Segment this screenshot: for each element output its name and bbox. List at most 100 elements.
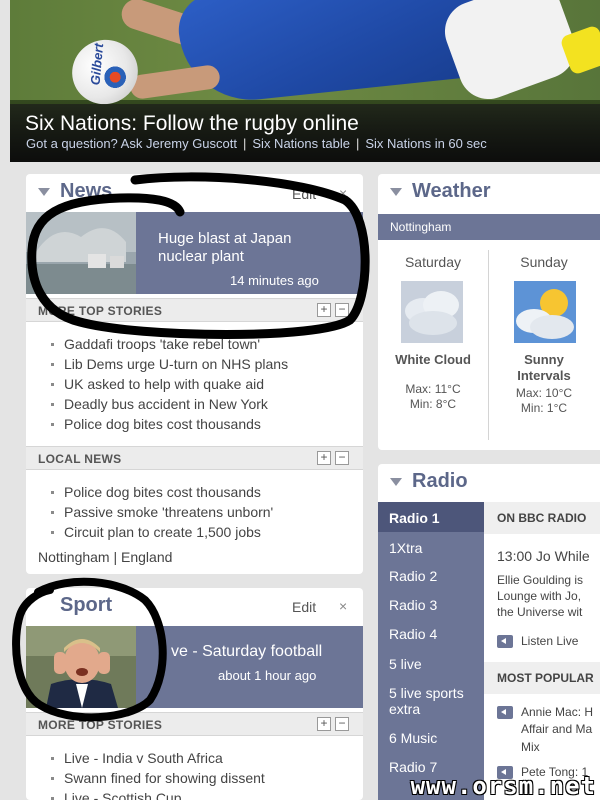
weather-panel-header[interactable]: Weather: [378, 174, 600, 208]
news-more-label: MORE TOP STORIES: [38, 304, 163, 318]
radio-station-6-music[interactable]: 6 Music: [378, 730, 484, 746]
news-promo-image: [26, 212, 136, 294]
news-more-header: MORE TOP STORIES + −: [26, 298, 363, 322]
weather-divider: [488, 250, 489, 440]
hero-link-60-sec[interactable]: Six Nations in 60 sec: [365, 136, 486, 151]
radio-description-line: Ellie Goulding is: [497, 573, 584, 587]
watermark: www.orsm.net: [410, 772, 596, 800]
list-item[interactable]: Live - Scottish Cup: [51, 788, 265, 800]
list-item[interactable]: Passive smoke 'threatens unborn': [50, 502, 273, 522]
news-promo-time: 14 minutes ago: [230, 273, 319, 288]
radio-panel-header[interactable]: Radio: [378, 464, 600, 498]
weather-day-sunday[interactable]: Sunday: [494, 246, 594, 270]
list-item[interactable]: Lib Dems urge U-turn on NHS plans: [50, 354, 288, 374]
list-item[interactable]: Live - India v South Africa: [51, 748, 265, 768]
popular-item-line[interactable]: Mix: [521, 739, 540, 755]
sport-promo-time: about 1 hour ago: [218, 668, 317, 683]
football-manager-image: [26, 626, 136, 708]
local-expand-icon[interactable]: +: [317, 451, 331, 465]
weather-day-saturday[interactable]: Saturday: [383, 246, 483, 270]
hero-banner[interactable]: Gilbert Six Nations: Follow the rugby on…: [10, 0, 600, 162]
weather-day-label: Sunday: [520, 254, 568, 270]
sport-promo-image: [26, 626, 136, 708]
radio-detail-pane: ON BBC RADIO 13:00 Jo While Ellie Gouldi…: [484, 502, 600, 800]
news-story-list: Gaddafi troops 'take rebel town' Lib Dem…: [50, 334, 288, 434]
list-item[interactable]: Police dog bites cost thousands: [50, 414, 288, 434]
sport-promo[interactable]: ve - Saturday football about 1 hour ago: [26, 626, 363, 708]
radio-station-1xtra[interactable]: 1Xtra: [378, 540, 484, 556]
sport-collapse-icon[interactable]: −: [335, 717, 349, 731]
most-popular-header: MOST POPULAR: [484, 662, 600, 694]
radio-station-nav: Radio 1 1Xtra Radio 2 Radio 3 Radio 4 5 …: [378, 502, 484, 800]
radio-description-line: the Universe wit: [497, 605, 583, 619]
white-cloud-icon: [401, 281, 463, 343]
news-promo[interactable]: Huge blast at Japan nuclear plant 14 min…: [26, 212, 363, 294]
news-panel: News Edit × Huge blast at Japan nuclear …: [26, 174, 363, 574]
news-promo-headline[interactable]: Huge blast at Japan nuclear plant: [158, 230, 338, 266]
hero-link-table[interactable]: Six Nations table: [252, 136, 350, 151]
collapse-triangle-icon[interactable]: [390, 478, 402, 486]
sport-more-label: MORE TOP STORIES: [38, 718, 163, 732]
radio-panel-title[interactable]: Radio: [412, 470, 468, 493]
collapse-triangle-icon[interactable]: [38, 188, 50, 196]
sport-edit-link[interactable]: Edit: [292, 599, 316, 615]
news-close-icon[interactable]: ×: [339, 185, 347, 201]
popular-item-line[interactable]: Annie Mac: H: [521, 704, 593, 720]
sunny-intervals-icon: [514, 281, 576, 343]
list-item[interactable]: Police dog bites cost thousands: [50, 482, 273, 502]
news-expand-icon[interactable]: +: [317, 303, 331, 317]
radio-station-radio-4[interactable]: Radio 4: [378, 626, 484, 642]
popular-item-line[interactable]: Affair and Ma: [521, 721, 592, 737]
link-separator: |: [243, 136, 247, 151]
speaker-icon: [497, 635, 513, 648]
hero-links: Got a question? Ask Jeremy Guscott | Six N…: [26, 136, 487, 151]
weather-sat-details: White Cloud Max: 11°C Min: 8°C: [383, 352, 483, 412]
sport-panel-title[interactable]: Sport: [60, 594, 112, 617]
radio-station-radio-2[interactable]: Radio 2: [378, 568, 484, 584]
sport-panel: Sport Edit × ve - Saturday football abou…: [26, 588, 363, 800]
listen-live-link[interactable]: Listen Live: [521, 633, 578, 649]
local-news-label: LOCAL NEWS: [38, 452, 122, 466]
hero-link-ask-guscott[interactable]: Got a question? Ask Jeremy Guscott: [26, 136, 237, 151]
hero-title[interactable]: Six Nations: Follow the rugby online: [25, 112, 359, 136]
weather-max: Max: 10°C: [515, 386, 573, 400]
weather-sun-details: Sunny Intervals Max: 10°C Min: 1°C: [494, 352, 594, 416]
radio-station-radio-3[interactable]: Radio 3: [378, 597, 484, 613]
local-location-link[interactable]: Nottingham | England: [38, 549, 172, 565]
weather-min: Min: 8°C: [409, 397, 457, 411]
list-item[interactable]: Swann fined for showing dissent: [51, 768, 265, 788]
list-item[interactable]: Gaddafi troops 'take rebel town': [50, 334, 288, 354]
weather-condition: White Cloud: [395, 352, 471, 367]
on-bbc-radio-header: ON BBC RADIO: [484, 502, 600, 534]
local-story-list: Police dog bites cost thousands Passive …: [50, 482, 273, 542]
weather-min: Min: 1°C: [520, 401, 568, 415]
news-edit-link[interactable]: Edit: [292, 186, 316, 202]
sport-close-icon[interactable]: ×: [339, 598, 347, 614]
radio-description-line: Lounge with Jo,: [497, 589, 582, 603]
news-panel-header[interactable]: News Edit ×: [26, 174, 363, 208]
sport-panel-header[interactable]: Sport Edit ×: [26, 588, 363, 622]
list-item[interactable]: Deadly bus accident in New York: [50, 394, 288, 414]
local-news-header: LOCAL NEWS + −: [26, 446, 363, 470]
local-collapse-icon[interactable]: −: [335, 451, 349, 465]
news-collapse-icon[interactable]: −: [335, 303, 349, 317]
list-item[interactable]: UK asked to help with quake aid: [50, 374, 288, 394]
radio-station-5-live[interactable]: 5 live: [378, 656, 484, 672]
speaker-icon: [497, 706, 513, 719]
now-playing[interactable]: 13:00 Jo While: [497, 548, 590, 564]
link-separator: |: [355, 136, 360, 151]
weather-condition: Sunny Intervals: [517, 352, 571, 383]
sport-more-header: MORE TOP STORIES + −: [26, 712, 363, 736]
collapse-triangle-icon[interactable]: [390, 188, 402, 196]
weather-day-label: Saturday: [404, 254, 462, 270]
sport-expand-icon[interactable]: +: [317, 717, 331, 731]
radio-station-5-live-sports-extra[interactable]: 5 live sports extra: [378, 685, 478, 717]
weather-panel-title[interactable]: Weather: [412, 180, 491, 203]
news-panel-title[interactable]: News: [60, 180, 112, 203]
nuclear-plant-image: [26, 212, 136, 294]
weather-max: Max: 11°C: [405, 382, 461, 396]
sport-promo-headline[interactable]: ve - Saturday football: [171, 643, 322, 661]
radio-station-radio-1[interactable]: Radio 1: [378, 502, 484, 532]
weather-location[interactable]: Nottingham: [378, 214, 600, 240]
list-item[interactable]: Circuit plan to create 1,500 jobs: [50, 522, 273, 542]
